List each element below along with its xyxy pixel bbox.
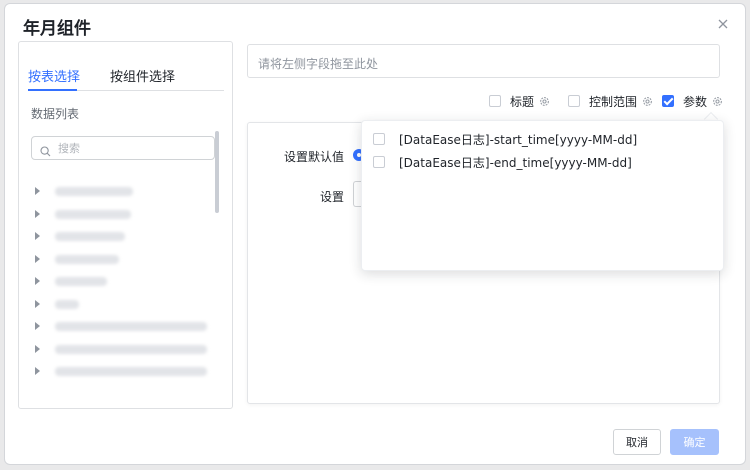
caret-right-icon[interactable] (35, 367, 40, 375)
gear-icon[interactable] (642, 96, 653, 107)
caret-right-icon[interactable] (35, 299, 40, 308)
tree-item[interactable] (35, 272, 215, 295)
blurred-item-label (55, 277, 107, 286)
tab-by-table[interactable]: 按表选择 (28, 66, 80, 85)
confirm-button[interactable]: 确定 (670, 429, 719, 455)
parameter-option-checkbox[interactable] (373, 156, 385, 168)
drop-zone-placeholder: 请将左侧字段拖至此处 (258, 57, 379, 71)
close-icon[interactable] (716, 17, 730, 31)
tree-item[interactable] (35, 295, 215, 318)
option-parameter-label: 参数 (683, 94, 708, 109)
blurred-item-label (55, 322, 207, 331)
tree-item[interactable] (35, 362, 215, 385)
option-title[interactable]: 标题 (489, 93, 550, 109)
parameter-checkbox[interactable] (662, 95, 674, 107)
blurred-item-label (55, 344, 207, 354)
tree-item[interactable] (35, 340, 215, 363)
search-box[interactable] (31, 136, 215, 160)
scrollbar[interactable] (215, 131, 219, 213)
tree-item[interactable] (35, 317, 215, 340)
title-checkbox[interactable] (489, 95, 501, 107)
parameter-option[interactable]: [DataEase日志]-end_time[yyyy-MM-dd] (373, 153, 632, 171)
caret-right-icon[interactable] (35, 344, 40, 353)
parameter-option[interactable]: [DataEase日志]-start_time[yyyy-MM-dd] (373, 130, 637, 148)
field-drop-zone[interactable]: 请将左侧字段拖至此处 (247, 44, 720, 78)
cancel-button[interactable]: 取消 (613, 429, 661, 455)
left-panel: 按表选择 按组件选择 数据列表 (18, 41, 233, 409)
option-title-label: 标题 (510, 94, 535, 109)
caret-right-icon[interactable] (35, 277, 40, 285)
tree-item[interactable] (35, 227, 215, 250)
search-input[interactable] (58, 140, 208, 156)
blurred-item-label (55, 209, 131, 219)
data-list-label: 数据列表 (31, 107, 80, 121)
active-tab-indicator (28, 89, 77, 91)
search-icon (40, 142, 51, 161)
gear-icon[interactable] (539, 96, 550, 107)
caret-right-icon[interactable] (35, 322, 40, 330)
option-parameter[interactable]: 参数 (662, 93, 723, 109)
blurred-item-label (55, 232, 125, 241)
parameter-option-checkbox[interactable] (373, 133, 385, 145)
gear-icon[interactable] (712, 96, 723, 107)
parameter-option-label: [DataEase日志]-start_time[yyyy-MM-dd] (399, 132, 638, 147)
tree-item[interactable] (35, 182, 215, 205)
option-control-range-label: 控制范围 (589, 94, 638, 109)
parameter-option-label: [DataEase日志]-end_time[yyyy-MM-dd] (399, 155, 632, 170)
dialog-title: 年月组件 (23, 19, 91, 39)
blurred-item-label (55, 187, 133, 196)
blurred-item-label (55, 299, 79, 309)
control-range-checkbox[interactable] (568, 95, 580, 107)
tree-item[interactable] (35, 205, 215, 228)
parameter-popover: [DataEase日志]-start_time[yyyy-MM-dd] [Dat… (361, 120, 724, 271)
data-tree (35, 182, 215, 385)
set-label: 设置 (320, 190, 345, 204)
default-value-label: 设置默认值 (284, 150, 345, 164)
caret-right-icon[interactable] (35, 209, 40, 218)
caret-right-icon[interactable] (35, 187, 40, 195)
option-control-range[interactable]: 控制范围 (568, 93, 653, 109)
caret-right-icon[interactable] (35, 254, 40, 263)
tab-by-component[interactable]: 按组件选择 (110, 66, 175, 85)
blurred-item-label (55, 254, 119, 264)
caret-right-icon[interactable] (35, 232, 40, 240)
tree-item[interactable] (35, 250, 215, 273)
blurred-item-label (55, 367, 207, 376)
